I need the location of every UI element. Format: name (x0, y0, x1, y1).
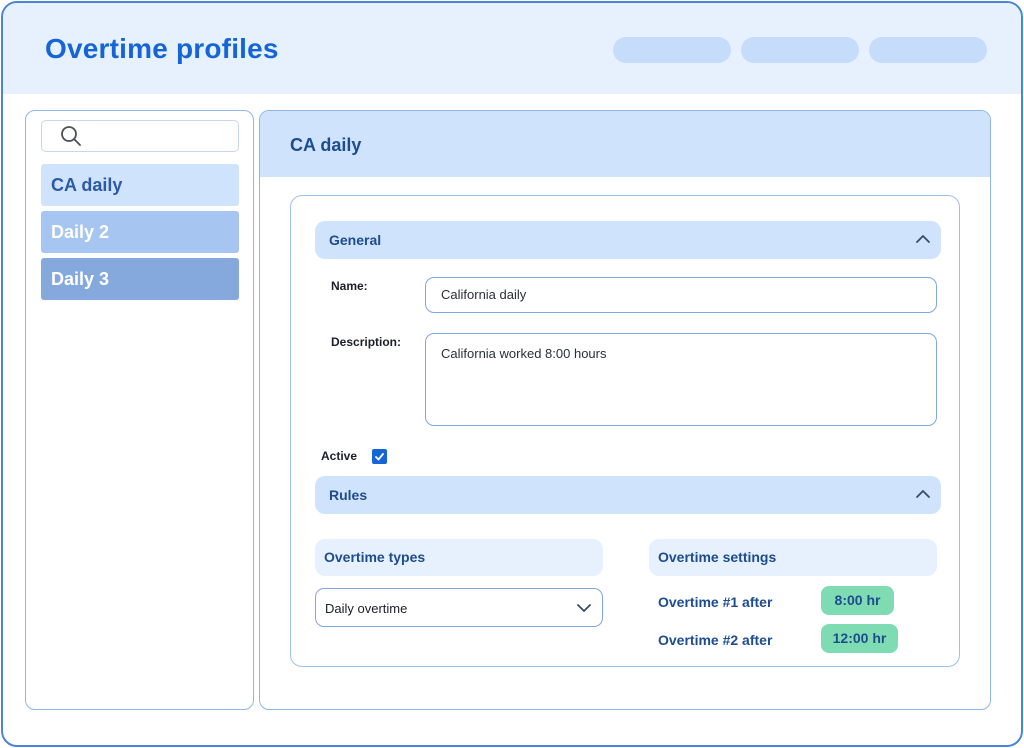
header-placeholder-button-2[interactable] (741, 37, 859, 63)
overtime-types-heading: Overtime types (315, 539, 603, 576)
header-placeholder-button-3[interactable] (869, 37, 987, 63)
overtime-type-select[interactable]: Daily overtime (315, 588, 603, 627)
overtime-1-value-badge[interactable]: 8:00 hr (821, 586, 894, 615)
chevron-down-icon (577, 604, 591, 612)
search-icon (61, 126, 81, 146)
app-window: Overtime profiles CA daily Daily 2 Daily… (1, 1, 1023, 747)
sidebar-item-daily-3[interactable]: Daily 3 (41, 258, 239, 300)
active-checkbox[interactable] (372, 449, 387, 464)
active-label: Active (321, 449, 358, 463)
detail-title: CA daily (290, 135, 362, 155)
profile-detail-panel: CA daily General Name: California daily … (259, 110, 991, 710)
overtime-2-label: Overtime #2 after (658, 632, 773, 648)
overtime-2-value-badge[interactable]: 12:00 hr (821, 624, 898, 653)
app-header: Overtime profiles (3, 3, 1021, 94)
page-title: Overtime profiles (45, 33, 279, 64)
description-label: Description: (331, 335, 402, 349)
search-input[interactable] (41, 120, 239, 152)
rules-section-label: Rules (329, 487, 368, 503)
detail-header: CA daily (260, 111, 990, 177)
sidebar-item-daily-2[interactable]: Daily 2 (41, 211, 239, 253)
sidebar-item-ca-daily[interactable]: CA daily (41, 164, 239, 206)
overtime-1-label: Overtime #1 after (658, 594, 773, 610)
overtime-settings-heading: Overtime settings (649, 539, 937, 576)
name-field[interactable]: California daily (425, 277, 937, 313)
general-section-header[interactable]: General (315, 221, 941, 259)
overtime-type-value: Daily overtime (325, 601, 408, 616)
header-placeholder-button-1[interactable] (613, 37, 731, 63)
chevron-up-icon[interactable] (915, 233, 931, 245)
profiles-sidebar: CA daily Daily 2 Daily 3 (25, 110, 254, 710)
description-field[interactable]: California worked 8:00 hours (425, 333, 937, 426)
profile-form-card: General Name: California daily Descripti… (290, 195, 960, 667)
chevron-up-icon[interactable] (915, 488, 931, 500)
rules-section-header[interactable]: Rules (315, 476, 941, 514)
check-icon (375, 453, 384, 461)
name-label: Name: (331, 279, 368, 293)
general-section-label: General (329, 232, 382, 248)
